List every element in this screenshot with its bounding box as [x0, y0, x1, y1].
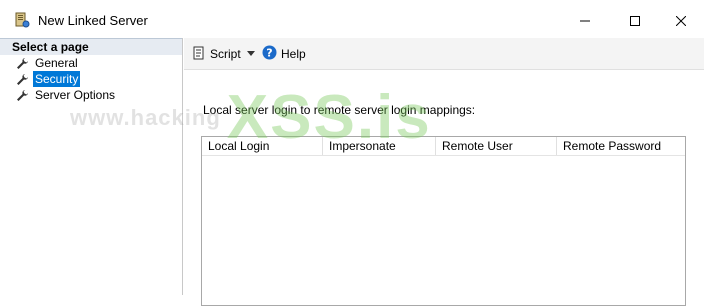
sidebar-item-label: General	[35, 56, 78, 70]
minimize-icon	[580, 20, 590, 22]
script-label: Script	[210, 47, 241, 61]
sidebar-item-label: Server Options	[35, 88, 116, 102]
sidebar-item-security[interactable]: Security	[0, 71, 182, 87]
grid-header: Local Login Impersonate Remote User Remo…	[202, 137, 685, 156]
column-header-remote-password[interactable]: Remote Password	[557, 137, 685, 155]
column-header-remote-user[interactable]: Remote User	[436, 137, 557, 155]
sidebar-item-server-options[interactable]: Server Options	[0, 87, 182, 103]
script-button[interactable]: Script	[192, 46, 241, 62]
page-selector-sidebar: Select a page General Security Server Op…	[0, 38, 183, 295]
column-header-impersonate[interactable]: Impersonate	[323, 137, 436, 155]
maximize-icon	[630, 16, 640, 26]
help-button[interactable]: ? Help	[262, 45, 306, 63]
close-button[interactable]	[658, 6, 704, 36]
help-label: Help	[281, 47, 306, 61]
login-mappings-grid[interactable]: Local Login Impersonate Remote User Remo…	[201, 136, 686, 306]
maximize-button[interactable]	[612, 6, 658, 36]
close-icon	[676, 16, 686, 26]
column-header-local-login[interactable]: Local Login	[202, 137, 323, 155]
toolbar: Script ? Help	[184, 38, 704, 70]
window-title: New Linked Server	[38, 13, 148, 28]
wrench-icon	[16, 73, 29, 86]
minimize-button[interactable]	[562, 6, 608, 36]
wrench-icon	[16, 89, 29, 102]
svg-text:?: ?	[266, 47, 272, 60]
sidebar-item-label: Security	[33, 71, 81, 87]
login-mappings-label: Local server login to remote server logi…	[203, 103, 476, 117]
title-bar: New Linked Server	[0, 0, 704, 38]
server-icon	[14, 12, 30, 28]
security-page: Local server login to remote server logi…	[184, 70, 704, 306]
help-icon: ?	[262, 45, 277, 63]
script-icon	[192, 46, 206, 63]
wrench-icon	[16, 57, 29, 70]
script-dropdown-icon[interactable]	[247, 51, 255, 56]
sidebar-item-general[interactable]: General	[0, 55, 182, 71]
sidebar-header: Select a page	[0, 38, 182, 55]
